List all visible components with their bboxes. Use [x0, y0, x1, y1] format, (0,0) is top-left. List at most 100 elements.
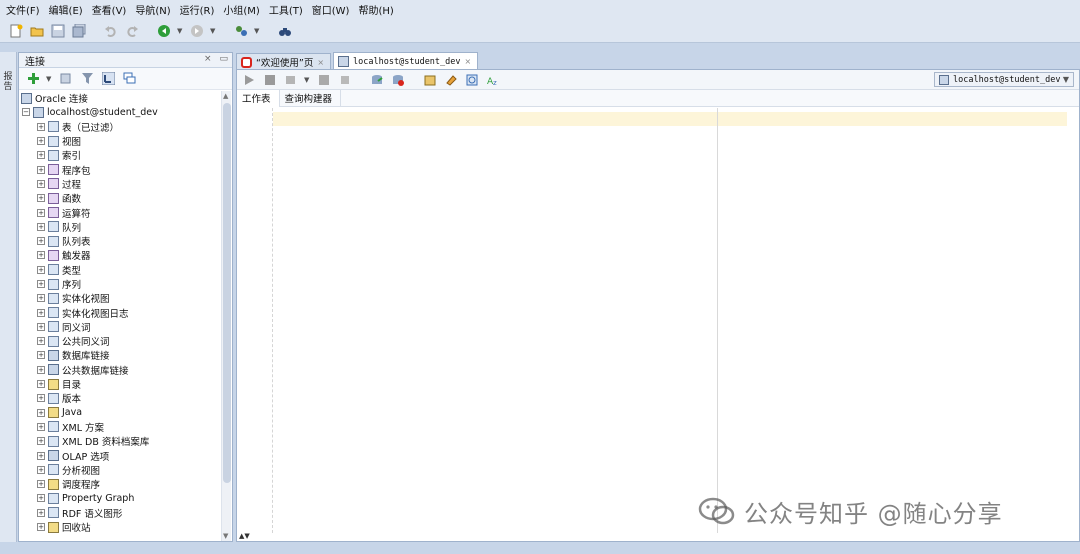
schema-browser-icon[interactable]: [100, 71, 116, 87]
binoculars-icon[interactable]: [277, 23, 293, 39]
expand-icon[interactable]: +: [37, 151, 45, 160]
save-all-icon[interactable]: [71, 23, 87, 39]
menu-run[interactable]: 运行(R): [178, 2, 222, 17]
menu-file[interactable]: 文件(F): [4, 2, 47, 17]
expand-icon[interactable]: +: [37, 165, 45, 174]
forward-dropdown-icon[interactable]: ▼: [210, 27, 217, 35]
sql-editor-area[interactable]: [237, 108, 1079, 533]
collapse-icon[interactable]: −: [22, 108, 30, 117]
connections-tree-icon[interactable]: [121, 71, 137, 87]
back-icon[interactable]: [156, 23, 172, 39]
expand-icon[interactable]: +: [37, 365, 45, 374]
expand-icon[interactable]: +: [37, 451, 45, 460]
scroll-up-icon[interactable]: ▲: [223, 92, 228, 100]
expand-icon[interactable]: +: [37, 251, 45, 260]
tree-item[interactable]: + 目录: [19, 377, 222, 391]
expand-icon[interactable]: +: [37, 179, 45, 188]
tree-scrollbar[interactable]: ▲ ▼: [221, 91, 231, 541]
expand-icon[interactable]: +: [37, 122, 45, 131]
editor-split-arrows-icon[interactable]: ▲▼: [239, 532, 250, 540]
tree-item[interactable]: + 序列: [19, 277, 222, 291]
filter-icon[interactable]: [79, 71, 95, 87]
tree-item[interactable]: + 实体化视图日志: [19, 305, 222, 320]
tree-item[interactable]: + 回收站: [19, 520, 222, 534]
tree-item[interactable]: + Property Graph: [19, 491, 222, 505]
tree-item[interactable]: + 公共同义词: [19, 334, 222, 348]
tree-item[interactable]: + 过程: [19, 177, 222, 191]
expand-icon[interactable]: +: [37, 465, 45, 474]
forward-icon[interactable]: [189, 23, 205, 39]
tree-item[interactable]: + 同义词: [19, 320, 222, 334]
rollback-icon[interactable]: [390, 72, 406, 88]
tree-item[interactable]: + 运算符: [19, 205, 222, 220]
run-statement-icon[interactable]: [241, 72, 257, 88]
undo-icon[interactable]: [103, 23, 119, 39]
panel-minimize-icon[interactable]: ▭: [219, 54, 228, 64]
expand-icon[interactable]: +: [37, 337, 45, 346]
expand-icon[interactable]: +: [37, 523, 45, 532]
format-icon[interactable]: Az: [485, 72, 501, 88]
expand-icon[interactable]: +: [37, 408, 45, 417]
tree-root-oracle[interactable]: Oracle 连接: [19, 91, 222, 105]
tree-item[interactable]: + 数据库链接: [19, 348, 222, 362]
migration-dropdown-icon[interactable]: ▼: [254, 27, 261, 35]
expand-icon[interactable]: +: [37, 222, 45, 231]
tree-item[interactable]: + 公共数据库链接: [19, 363, 222, 377]
expand-icon[interactable]: +: [37, 280, 45, 288]
tree-item[interactable]: + 类型: [19, 263, 222, 277]
tree-item[interactable]: + 函数: [19, 191, 222, 205]
tree-item[interactable]: + XML DB 资料档案库: [19, 434, 222, 448]
expand-icon[interactable]: +: [37, 294, 45, 303]
tree-item[interactable]: + XML 方案: [19, 420, 222, 434]
tab-query-builder[interactable]: 查询构建器: [280, 89, 342, 107]
expand-icon[interactable]: +: [37, 480, 45, 489]
menu-edit[interactable]: 编辑(E): [47, 2, 90, 17]
run-script-icon[interactable]: [262, 72, 278, 88]
tab-worksheet-editor[interactable]: 工作表: [237, 89, 280, 107]
back-dropdown-icon[interactable]: ▼: [177, 27, 184, 35]
tree-item[interactable]: + 触发器: [19, 248, 222, 262]
autotrace-dropdown-icon[interactable]: ▼: [304, 76, 311, 84]
tree-item[interactable]: + RDF 语义图形: [19, 506, 222, 520]
tree-connection[interactable]: − localhost@student_dev: [19, 105, 222, 119]
menu-window[interactable]: 窗口(W): [310, 2, 357, 17]
menu-team[interactable]: 小组(M): [221, 2, 266, 17]
redo-icon[interactable]: [124, 23, 140, 39]
expand-icon[interactable]: +: [37, 508, 45, 517]
expand-icon[interactable]: +: [37, 422, 45, 431]
autotrace-icon[interactable]: [283, 72, 299, 88]
unshared-worksheet-icon[interactable]: [422, 72, 438, 88]
add-connection-dropdown-icon[interactable]: ▼: [46, 75, 53, 83]
sql-tuning-icon[interactable]: [337, 72, 353, 88]
tree-item[interactable]: + OLAP 选项: [19, 448, 222, 463]
eraser-icon[interactable]: [443, 72, 459, 88]
tab-worksheet[interactable]: localhost@student_dev ×: [333, 52, 479, 70]
tree-item[interactable]: + 程序包: [19, 162, 222, 177]
menu-view[interactable]: 查看(V): [90, 2, 134, 17]
expand-icon[interactable]: +: [37, 494, 45, 503]
tree-item[interactable]: + 队列: [19, 220, 222, 234]
add-connection-icon[interactable]: [25, 71, 41, 87]
reports-vertical-tab[interactable]: 报告: [2, 72, 14, 92]
expand-icon[interactable]: +: [37, 394, 45, 403]
expand-icon[interactable]: +: [37, 437, 45, 446]
menu-tools[interactable]: 工具(T): [267, 2, 310, 17]
expand-icon[interactable]: +: [37, 208, 45, 217]
commit-icon[interactable]: [369, 72, 385, 88]
connection-select[interactable]: localhost@student_dev ▼: [934, 72, 1074, 87]
explain-plan-icon[interactable]: [316, 72, 332, 88]
expand-icon[interactable]: +: [37, 237, 45, 246]
tree-item[interactable]: + 视图: [19, 134, 222, 148]
expand-icon[interactable]: +: [37, 380, 45, 389]
migration-icon[interactable]: [233, 23, 249, 39]
close-icon[interactable]: ×: [465, 57, 472, 66]
scrollbar-thumb[interactable]: [223, 103, 231, 483]
expand-icon[interactable]: +: [37, 137, 45, 146]
tree-item[interactable]: + 调度程序: [19, 477, 222, 491]
menu-help[interactable]: 帮助(H): [356, 2, 400, 17]
menu-navigate[interactable]: 导航(N): [133, 2, 177, 17]
close-icon[interactable]: ×: [317, 58, 324, 67]
expand-icon[interactable]: +: [37, 322, 45, 331]
tree-item[interactable]: + 版本: [19, 391, 222, 405]
scroll-down-icon[interactable]: ▼: [223, 532, 228, 540]
